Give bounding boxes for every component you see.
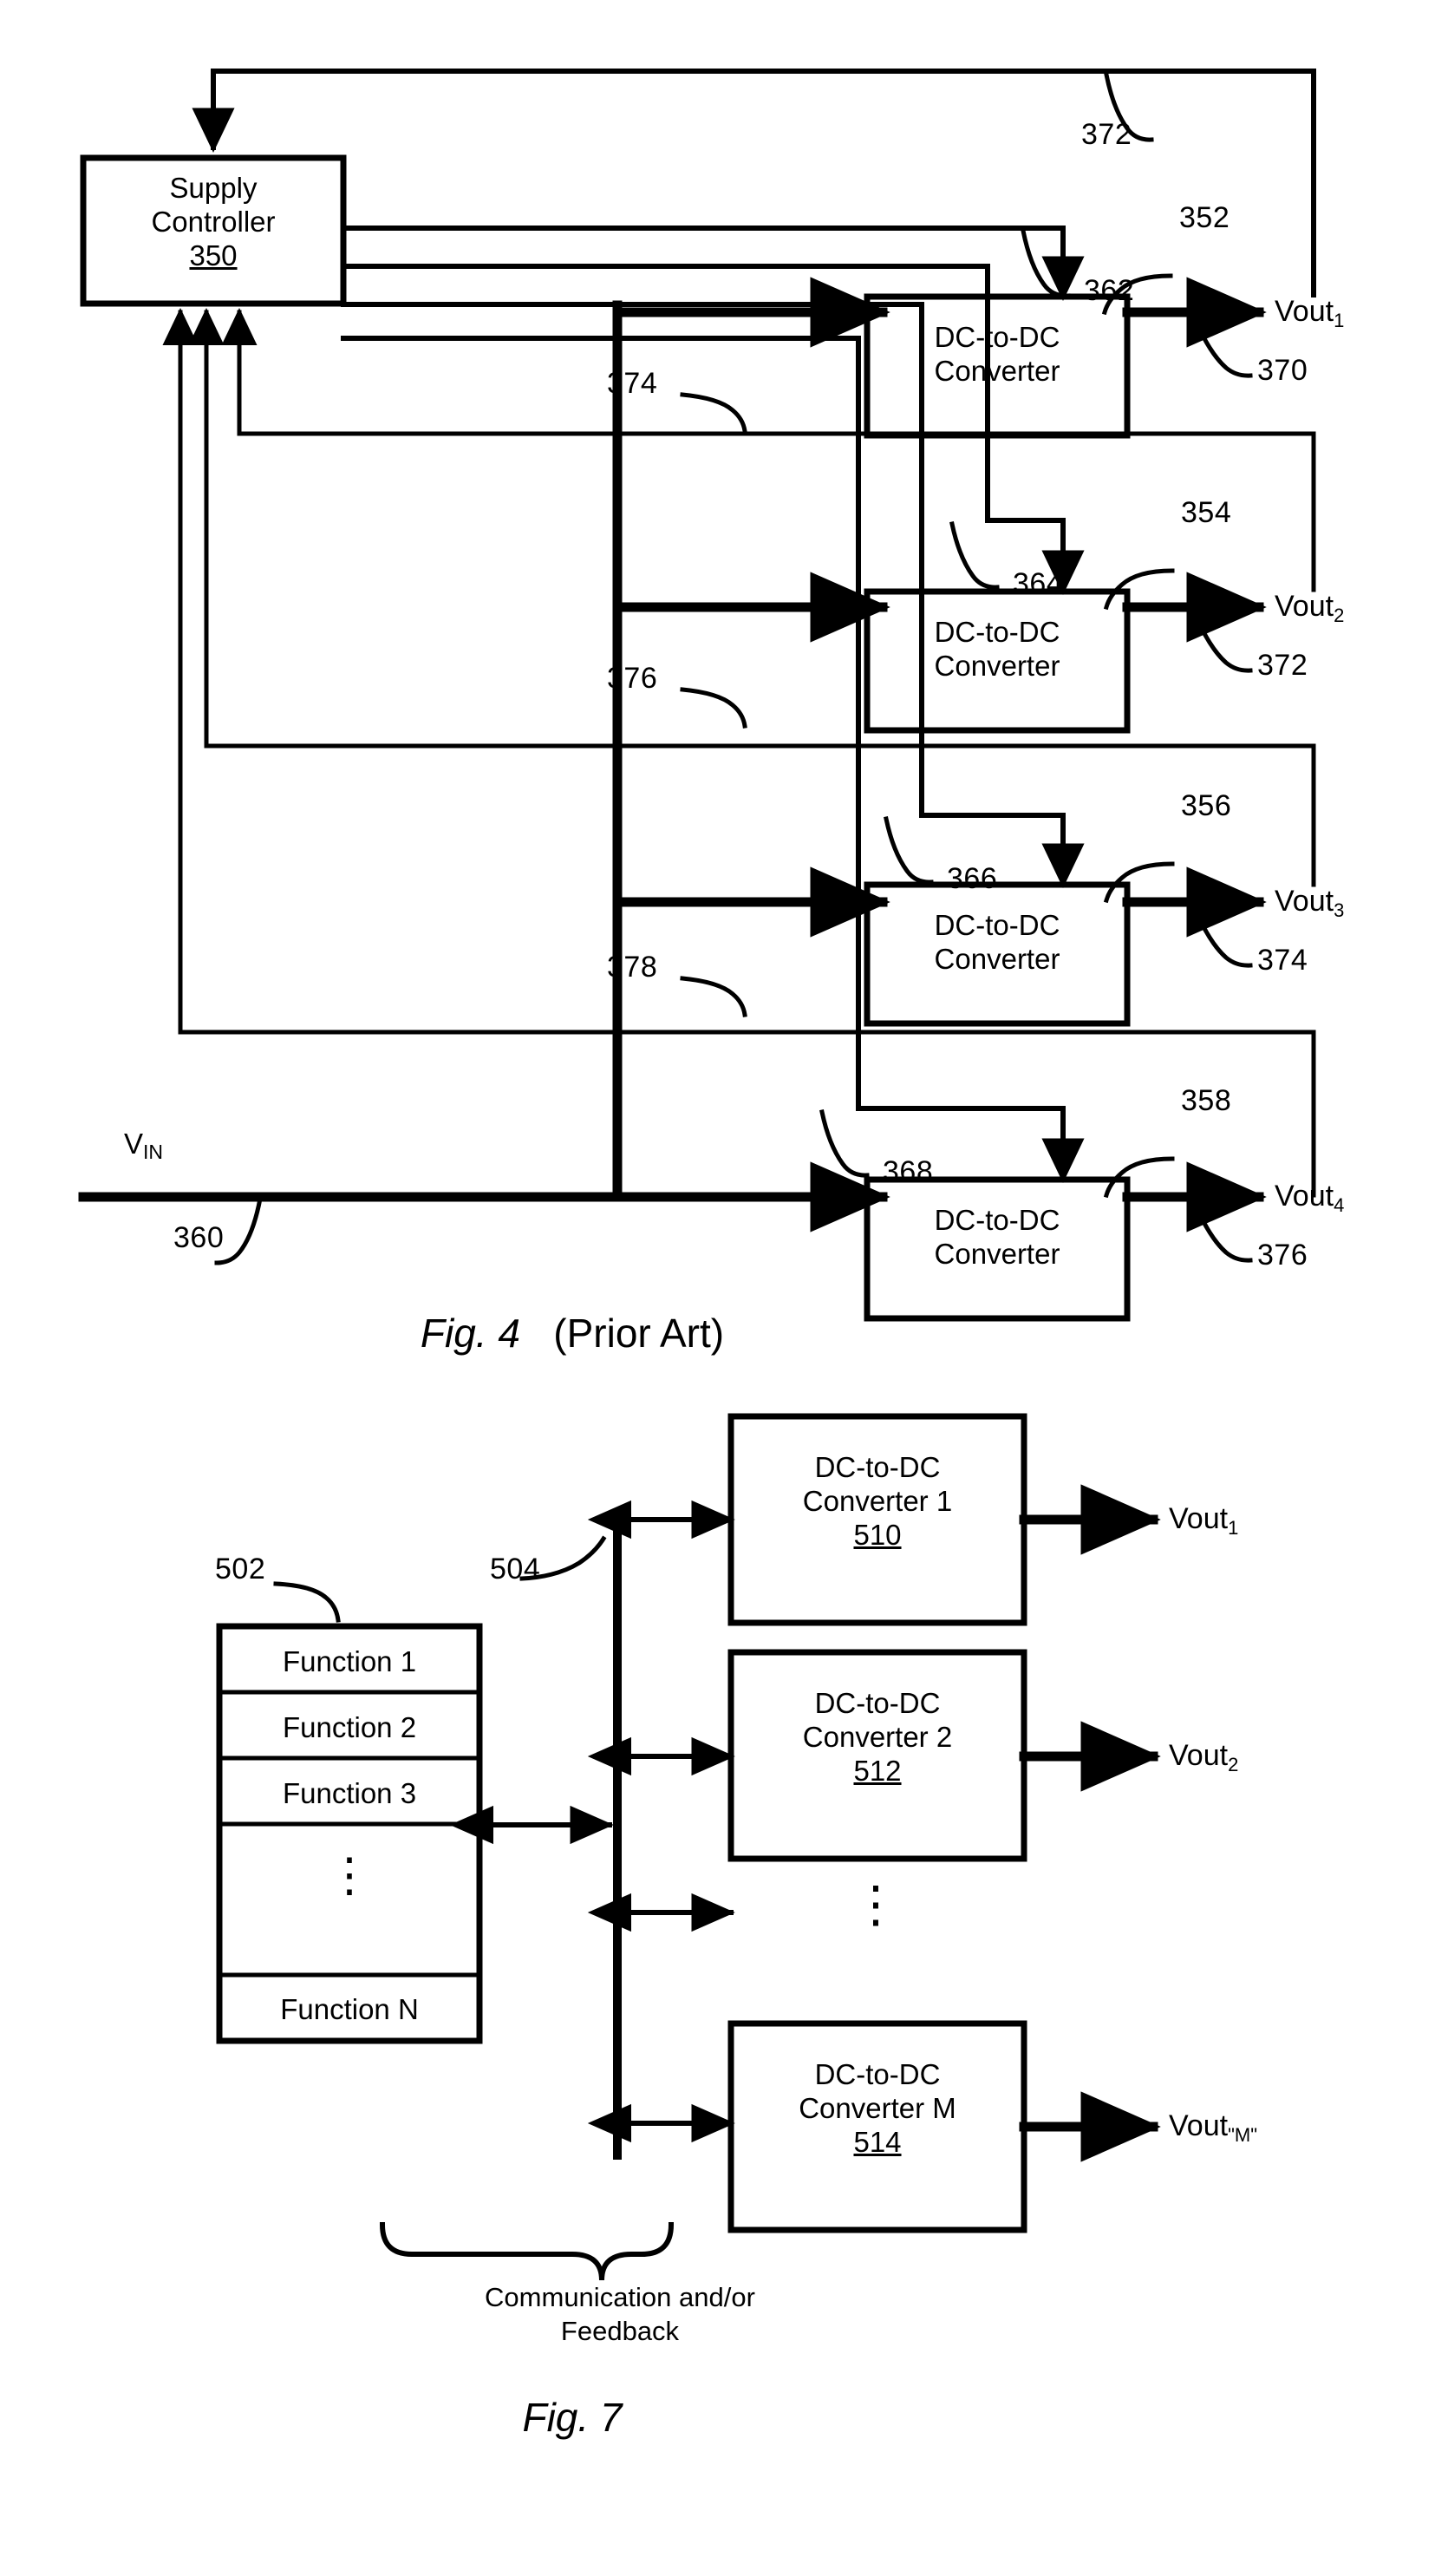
ref-504-bus: 504 <box>490 1553 541 1585</box>
converter-512-label: DC-to-DC Converter 2 512 <box>731 1687 1024 1788</box>
vout-1-text: Vout <box>1275 295 1334 328</box>
ref-366-control: 366 <box>947 862 998 895</box>
converter-514-ref: 514 <box>853 2125 902 2158</box>
ref-372-output: 372 <box>1257 649 1308 682</box>
fig7-vout-1-label: Vout1 <box>1169 1502 1239 1539</box>
ref-368-control: 368 <box>883 1155 934 1188</box>
fig7-vout-1-text: Vout <box>1169 1502 1229 1535</box>
ref-374-output: 374 <box>1257 944 1308 977</box>
converter-354-line2: Converter <box>934 649 1060 682</box>
ref-356-converter: 356 <box>1181 789 1232 822</box>
ref-352-converter: 352 <box>1179 201 1230 234</box>
converter-358-line2: Converter <box>934 1237 1060 1270</box>
converter-356-line2: Converter <box>934 942 1060 975</box>
ref-378-feedback: 378 <box>607 951 658 984</box>
vin-label: VIN <box>124 1128 164 1163</box>
fig7-vout-1-sub: 1 <box>1228 1517 1239 1539</box>
ref-376-feedback: 376 <box>607 662 658 695</box>
converter-510-label: DC-to-DC Converter 1 510 <box>731 1451 1024 1553</box>
fig7-vout-m-label: Vout"M" <box>1169 2109 1258 2146</box>
ref-372-feedback: 372 <box>1081 118 1132 151</box>
fig7-vout-2-text: Vout <box>1169 1739 1229 1772</box>
converter-512-line1: DC-to-DC <box>814 1687 941 1719</box>
communication-feedback-line1: Communication and/or <box>485 2282 755 2312</box>
function-block-vertical-dots: ⋮ <box>326 1849 373 1901</box>
fig7-vout-2-label: Vout2 <box>1169 1739 1239 1775</box>
converter-514-line2: Converter M <box>799 2091 956 2124</box>
converter-514-label: DC-to-DC Converter M 514 <box>731 2058 1024 2160</box>
vin-subscript: IN <box>143 1141 164 1163</box>
ref-364-control: 364 <box>1013 567 1064 600</box>
vout-1-label: Vout1 <box>1275 295 1345 331</box>
supply-controller-line2: Controller <box>151 205 276 238</box>
converter-354-line1: DC-to-DC <box>934 616 1060 648</box>
ref-362-control: 362 <box>1084 274 1135 307</box>
fig7-vout-m-text: Vout <box>1169 2109 1229 2142</box>
converter-358-label: DC-to-DC Converter <box>867 1204 1127 1272</box>
ref-374-feedback: 374 <box>607 367 658 400</box>
converter-512-ref: 512 <box>853 1754 902 1787</box>
figure-line-art <box>78 69 1316 2281</box>
converter-356-label: DC-to-DC Converter <box>867 909 1127 977</box>
figure-4-caption-normal: (Prior Art) <box>553 1311 725 1356</box>
function-item-2: Function 2 <box>282 1711 417 1743</box>
converter-352-label: DC-to-DC Converter <box>867 321 1127 389</box>
vout-4-sub: 4 <box>1334 1194 1345 1216</box>
ref-370-output: 370 <box>1257 354 1308 387</box>
converter-352-line1: DC-to-DC <box>934 321 1060 353</box>
communication-feedback-caption: Communication and/or Feedback <box>342 2281 897 2349</box>
function-item-n: Function N <box>280 1993 419 2025</box>
vout-4-text: Vout <box>1275 1180 1334 1213</box>
supply-controller-line1: Supply <box>169 172 258 204</box>
converter-510-ref: 510 <box>853 1518 902 1551</box>
vout-3-text: Vout <box>1275 885 1334 918</box>
vin-symbol: V <box>124 1128 144 1160</box>
ref-354-converter: 354 <box>1181 496 1232 529</box>
converter-358-line1: DC-to-DC <box>934 1204 1060 1236</box>
vout-3-sub: 3 <box>1334 899 1345 921</box>
ref-376-output: 376 <box>1257 1239 1308 1272</box>
fig7-vout-2-sub: 2 <box>1228 1754 1239 1775</box>
figure-7-caption-italic: Fig. 7 <box>522 2395 623 2440</box>
figure-4-caption: Fig. 4 (Prior Art) <box>0 1310 1145 1357</box>
function-item-1: Function 1 <box>282 1645 417 1677</box>
vout-3-label: Vout3 <box>1275 885 1345 921</box>
converter-512-line2: Converter 2 <box>802 1720 953 1753</box>
converter-352-line2: Converter <box>934 354 1060 387</box>
ref-358-converter: 358 <box>1181 1084 1232 1117</box>
converter-510-line2: Converter 1 <box>802 1484 953 1517</box>
supply-controller-ref: 350 <box>189 239 238 271</box>
converter-356-line1: DC-to-DC <box>934 909 1060 941</box>
ref-360-vin-bus: 360 <box>173 1221 225 1254</box>
converter-514-line1: DC-to-DC <box>814 2058 941 2090</box>
vout-2-label: Vout2 <box>1275 590 1345 626</box>
figure-7-caption: Fig. 7 <box>0 2394 1145 2441</box>
vout-2-text: Vout <box>1275 590 1334 623</box>
figure-4-caption-italic: Fig. 4 <box>420 1311 520 1356</box>
converter-354-label: DC-to-DC Converter <box>867 616 1127 683</box>
ref-502-function-block: 502 <box>215 1553 266 1585</box>
vout-1-sub: 1 <box>1334 310 1345 331</box>
vout-2-sub: 2 <box>1334 605 1345 626</box>
function-item-3: Function 3 <box>282 1777 417 1809</box>
converter-510-line1: DC-to-DC <box>814 1451 941 1483</box>
converter-column-ellipsis: ⋮ <box>851 1876 901 1932</box>
fig7-vout-m-sub: "M" <box>1228 2124 1258 2146</box>
communication-feedback-line2: Feedback <box>560 2315 680 2346</box>
patent-figure-sheet: Supply Controller 350 372 362 352 370 37… <box>0 0 1435 2576</box>
vout-4-label: Vout4 <box>1275 1180 1345 1216</box>
supply-controller-box-label: Supply Controller 350 <box>83 172 343 273</box>
